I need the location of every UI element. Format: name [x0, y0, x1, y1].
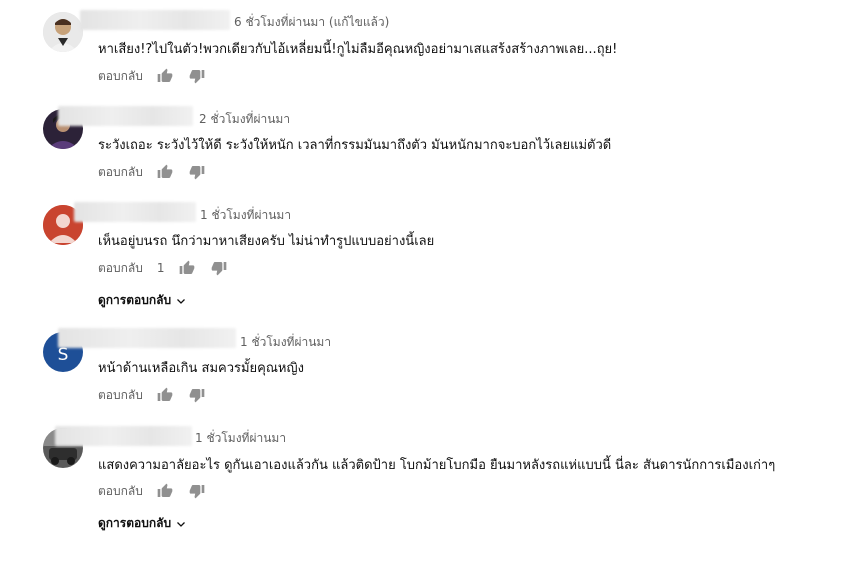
comment-text: หาเสียง!?ไปในตัว!พวกเดียวกับไอ้เหลี่ยมนี…: [98, 42, 618, 57]
like-icon[interactable]: [155, 385, 175, 405]
view-replies-label: ดูการตอบกลับ: [98, 293, 172, 307]
author-name[interactable]: [58, 106, 193, 126]
author-name[interactable]: [74, 202, 196, 222]
author-name[interactable]: [55, 426, 192, 446]
view-replies-button[interactable]: ดูการตอบกลับ: [98, 514, 187, 533]
comment-actions: ตอบกลับ 1: [98, 258, 229, 278]
dislike-icon[interactable]: [187, 162, 207, 182]
author-name[interactable]: [58, 328, 236, 348]
comment-text: หน้าด้านเหลือเกิน สมควรมั้ยคุณหญิง: [98, 361, 304, 376]
comment-timestamp[interactable]: 6 ชั่วโมงที่ผ่านมา (แก้ไขแล้ว): [234, 13, 389, 32]
like-icon[interactable]: [155, 162, 175, 182]
dislike-icon[interactable]: [209, 258, 229, 278]
like-count: 1: [156, 261, 165, 275]
comment-timestamp[interactable]: 1 ชั่วโมงที่ผ่านมา: [195, 429, 286, 448]
comment-timestamp[interactable]: 1 ชั่วโมงที่ผ่านมา: [200, 206, 291, 225]
chevron-down-icon: [177, 521, 186, 527]
like-icon[interactable]: [155, 481, 175, 501]
comment-actions: ตอบกลับ: [98, 66, 207, 86]
view-replies-button[interactable]: ดูการตอบกลับ: [98, 291, 187, 310]
comment-actions: ตอบกลับ: [98, 162, 207, 182]
view-replies-label: ดูการตอบกลับ: [98, 516, 172, 530]
reply-button[interactable]: ตอบกลับ: [98, 163, 143, 182]
reply-button[interactable]: ตอบกลับ: [98, 386, 143, 405]
author-name[interactable]: [80, 10, 230, 30]
chevron-down-icon: [177, 298, 186, 304]
comment-timestamp[interactable]: 2 ชั่วโมงที่ผ่านมา: [199, 110, 290, 129]
comment-timestamp[interactable]: 1 ชั่วโมงที่ผ่านมา: [240, 333, 331, 352]
dislike-icon[interactable]: [187, 66, 207, 86]
like-icon[interactable]: [177, 258, 197, 278]
reply-button[interactable]: ตอบกลับ: [98, 67, 143, 86]
avatar[interactable]: [43, 12, 83, 52]
comment-text: แสดงความอาลัยอะไร ดูกันเอาเองแล้วกัน แล้…: [98, 458, 776, 473]
comment-actions: ตอบกลับ: [98, 481, 207, 501]
reply-button[interactable]: ตอบกลับ: [98, 482, 143, 501]
comment-actions: ตอบกลับ: [98, 385, 207, 405]
comment-text: ระวังเถอะ ระวังไว้ให้ดี ระวังให้หนัก เวล…: [98, 138, 612, 153]
dislike-icon[interactable]: [187, 481, 207, 501]
comment-text: เห็นอยู่บนรถ นึกว่ามาหาเสียงครับ ไม่น่าท…: [98, 234, 435, 249]
dislike-icon[interactable]: [187, 385, 207, 405]
reply-button[interactable]: ตอบกลับ: [98, 259, 143, 278]
like-icon[interactable]: [155, 66, 175, 86]
